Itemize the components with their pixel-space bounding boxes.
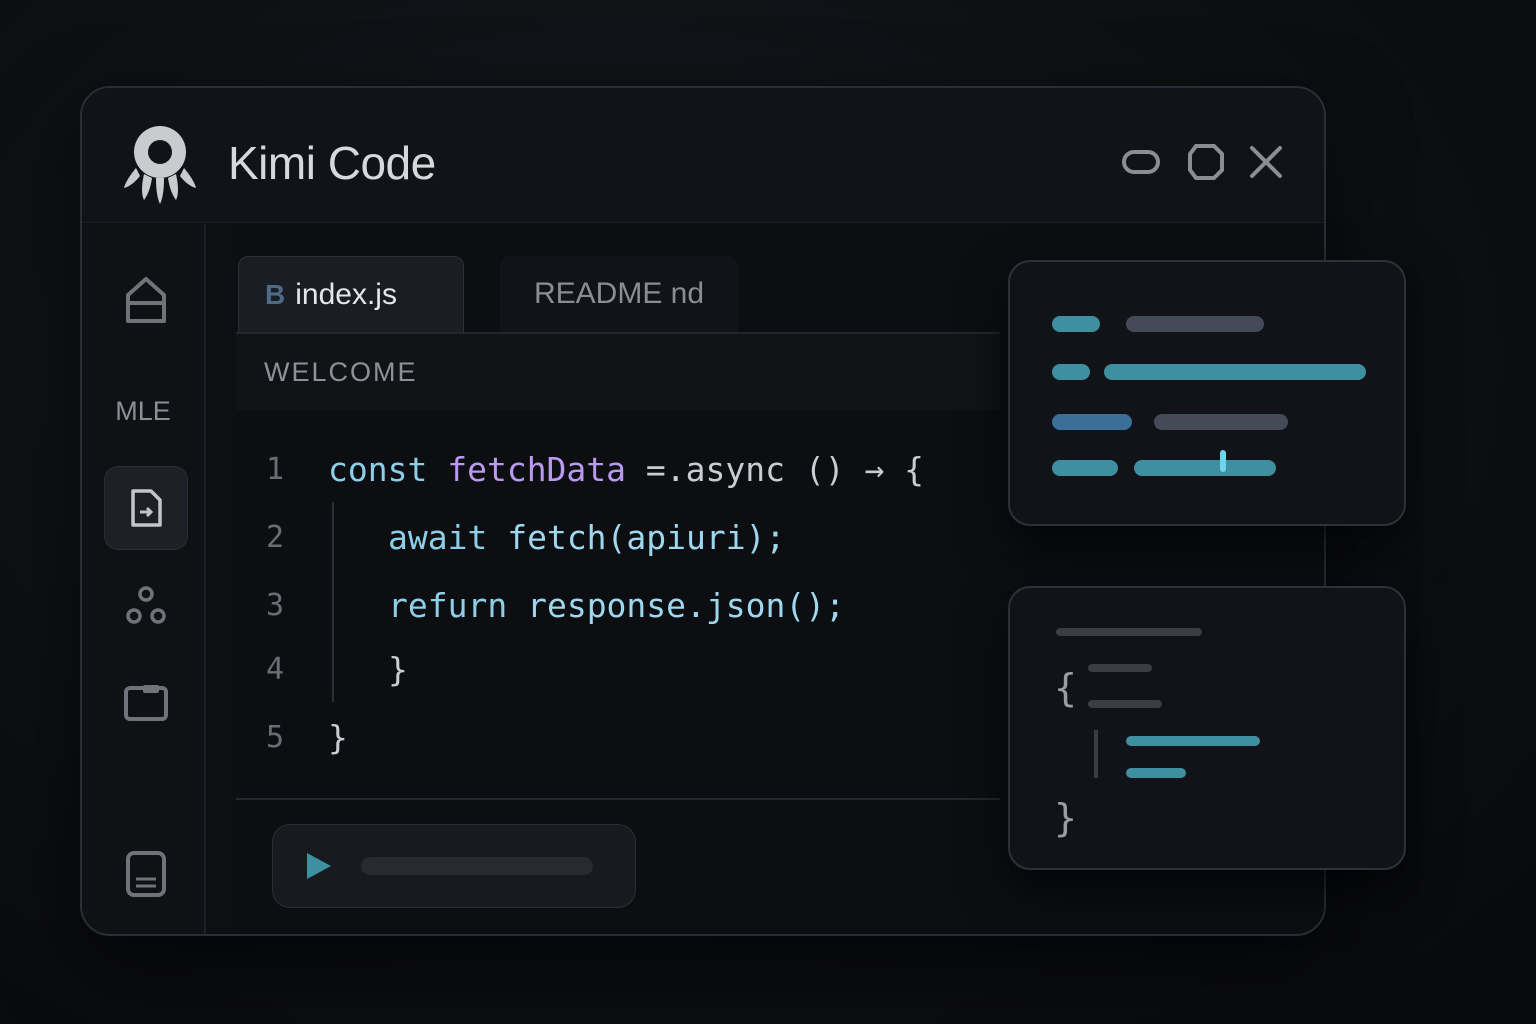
skeleton-line <box>1126 316 1264 332</box>
progress-track <box>361 857 593 875</box>
section-header: WELCOME <box>236 334 1000 410</box>
skeleton-line <box>1088 700 1162 708</box>
js-file-icon: B <box>265 278 286 310</box>
maximize-icon[interactable] <box>1184 140 1228 184</box>
suggestion-panel <box>1008 260 1406 526</box>
file-icon <box>131 489 162 527</box>
sidebar-item-home[interactable] <box>104 258 188 342</box>
line-number: 5 <box>266 719 285 755</box>
indent-guide <box>332 502 334 702</box>
folder-icon <box>124 685 168 721</box>
skeleton-line <box>1126 768 1186 778</box>
activity-sidebar: MLE <box>82 224 206 934</box>
app-title: Kimi Code <box>228 137 436 189</box>
title-bar: Kimi Code <box>82 88 1324 223</box>
tab-index-js[interactable]: B index.js <box>238 256 464 332</box>
tab-label: index.js <box>295 277 397 311</box>
skeleton-line <box>1052 316 1100 332</box>
skeleton-line <box>1104 364 1366 380</box>
sidebar-item-extensions[interactable] <box>104 564 188 648</box>
section-title: WELCOME <box>264 356 418 387</box>
close-brace: } <box>1054 796 1077 840</box>
line-number: 4 <box>266 651 285 687</box>
code-text: const fetchData =.async () → { <box>328 449 925 489</box>
code-text: refurn response.json(); <box>388 585 845 625</box>
line-number: 2 <box>266 519 285 555</box>
skeleton-line <box>1134 460 1276 476</box>
sidebar-item-files[interactable] <box>104 466 188 550</box>
skeleton-line <box>1052 364 1090 380</box>
play-icon[interactable] <box>303 851 333 881</box>
line-number: 1 <box>266 451 285 487</box>
code-text: } <box>328 717 348 757</box>
octopus-logo-icon <box>124 126 196 204</box>
sidebar-label: MLE <box>115 396 171 426</box>
skeleton-line <box>1126 736 1260 746</box>
indent-guide <box>1094 730 1098 778</box>
nodes-icon <box>126 586 166 624</box>
skeleton-line <box>1088 664 1152 672</box>
document-icon <box>126 851 166 897</box>
open-brace: { <box>1054 666 1077 710</box>
tab-readme[interactable]: README nd <box>500 256 738 332</box>
skeleton-line <box>1052 414 1132 430</box>
tab-label: README nd <box>534 277 705 310</box>
close-icon[interactable] <box>1244 140 1288 184</box>
sidebar-item-notes[interactable] <box>104 832 188 916</box>
code-text: } <box>388 649 408 689</box>
code-text: await fetch(apiuri); <box>388 517 786 557</box>
minimize-icon[interactable] <box>1120 140 1164 184</box>
sidebar-item-folder[interactable] <box>104 660 188 744</box>
cursor-marker <box>1220 450 1226 472</box>
skeleton-line <box>1052 460 1118 476</box>
line-number: 3 <box>266 587 285 623</box>
editor-divider <box>236 798 1000 800</box>
run-control[interactable] <box>272 824 636 908</box>
json-preview-panel: { } <box>1008 586 1406 870</box>
skeleton-line <box>1154 414 1288 430</box>
skeleton-line <box>1056 628 1202 636</box>
home-icon <box>126 277 166 323</box>
